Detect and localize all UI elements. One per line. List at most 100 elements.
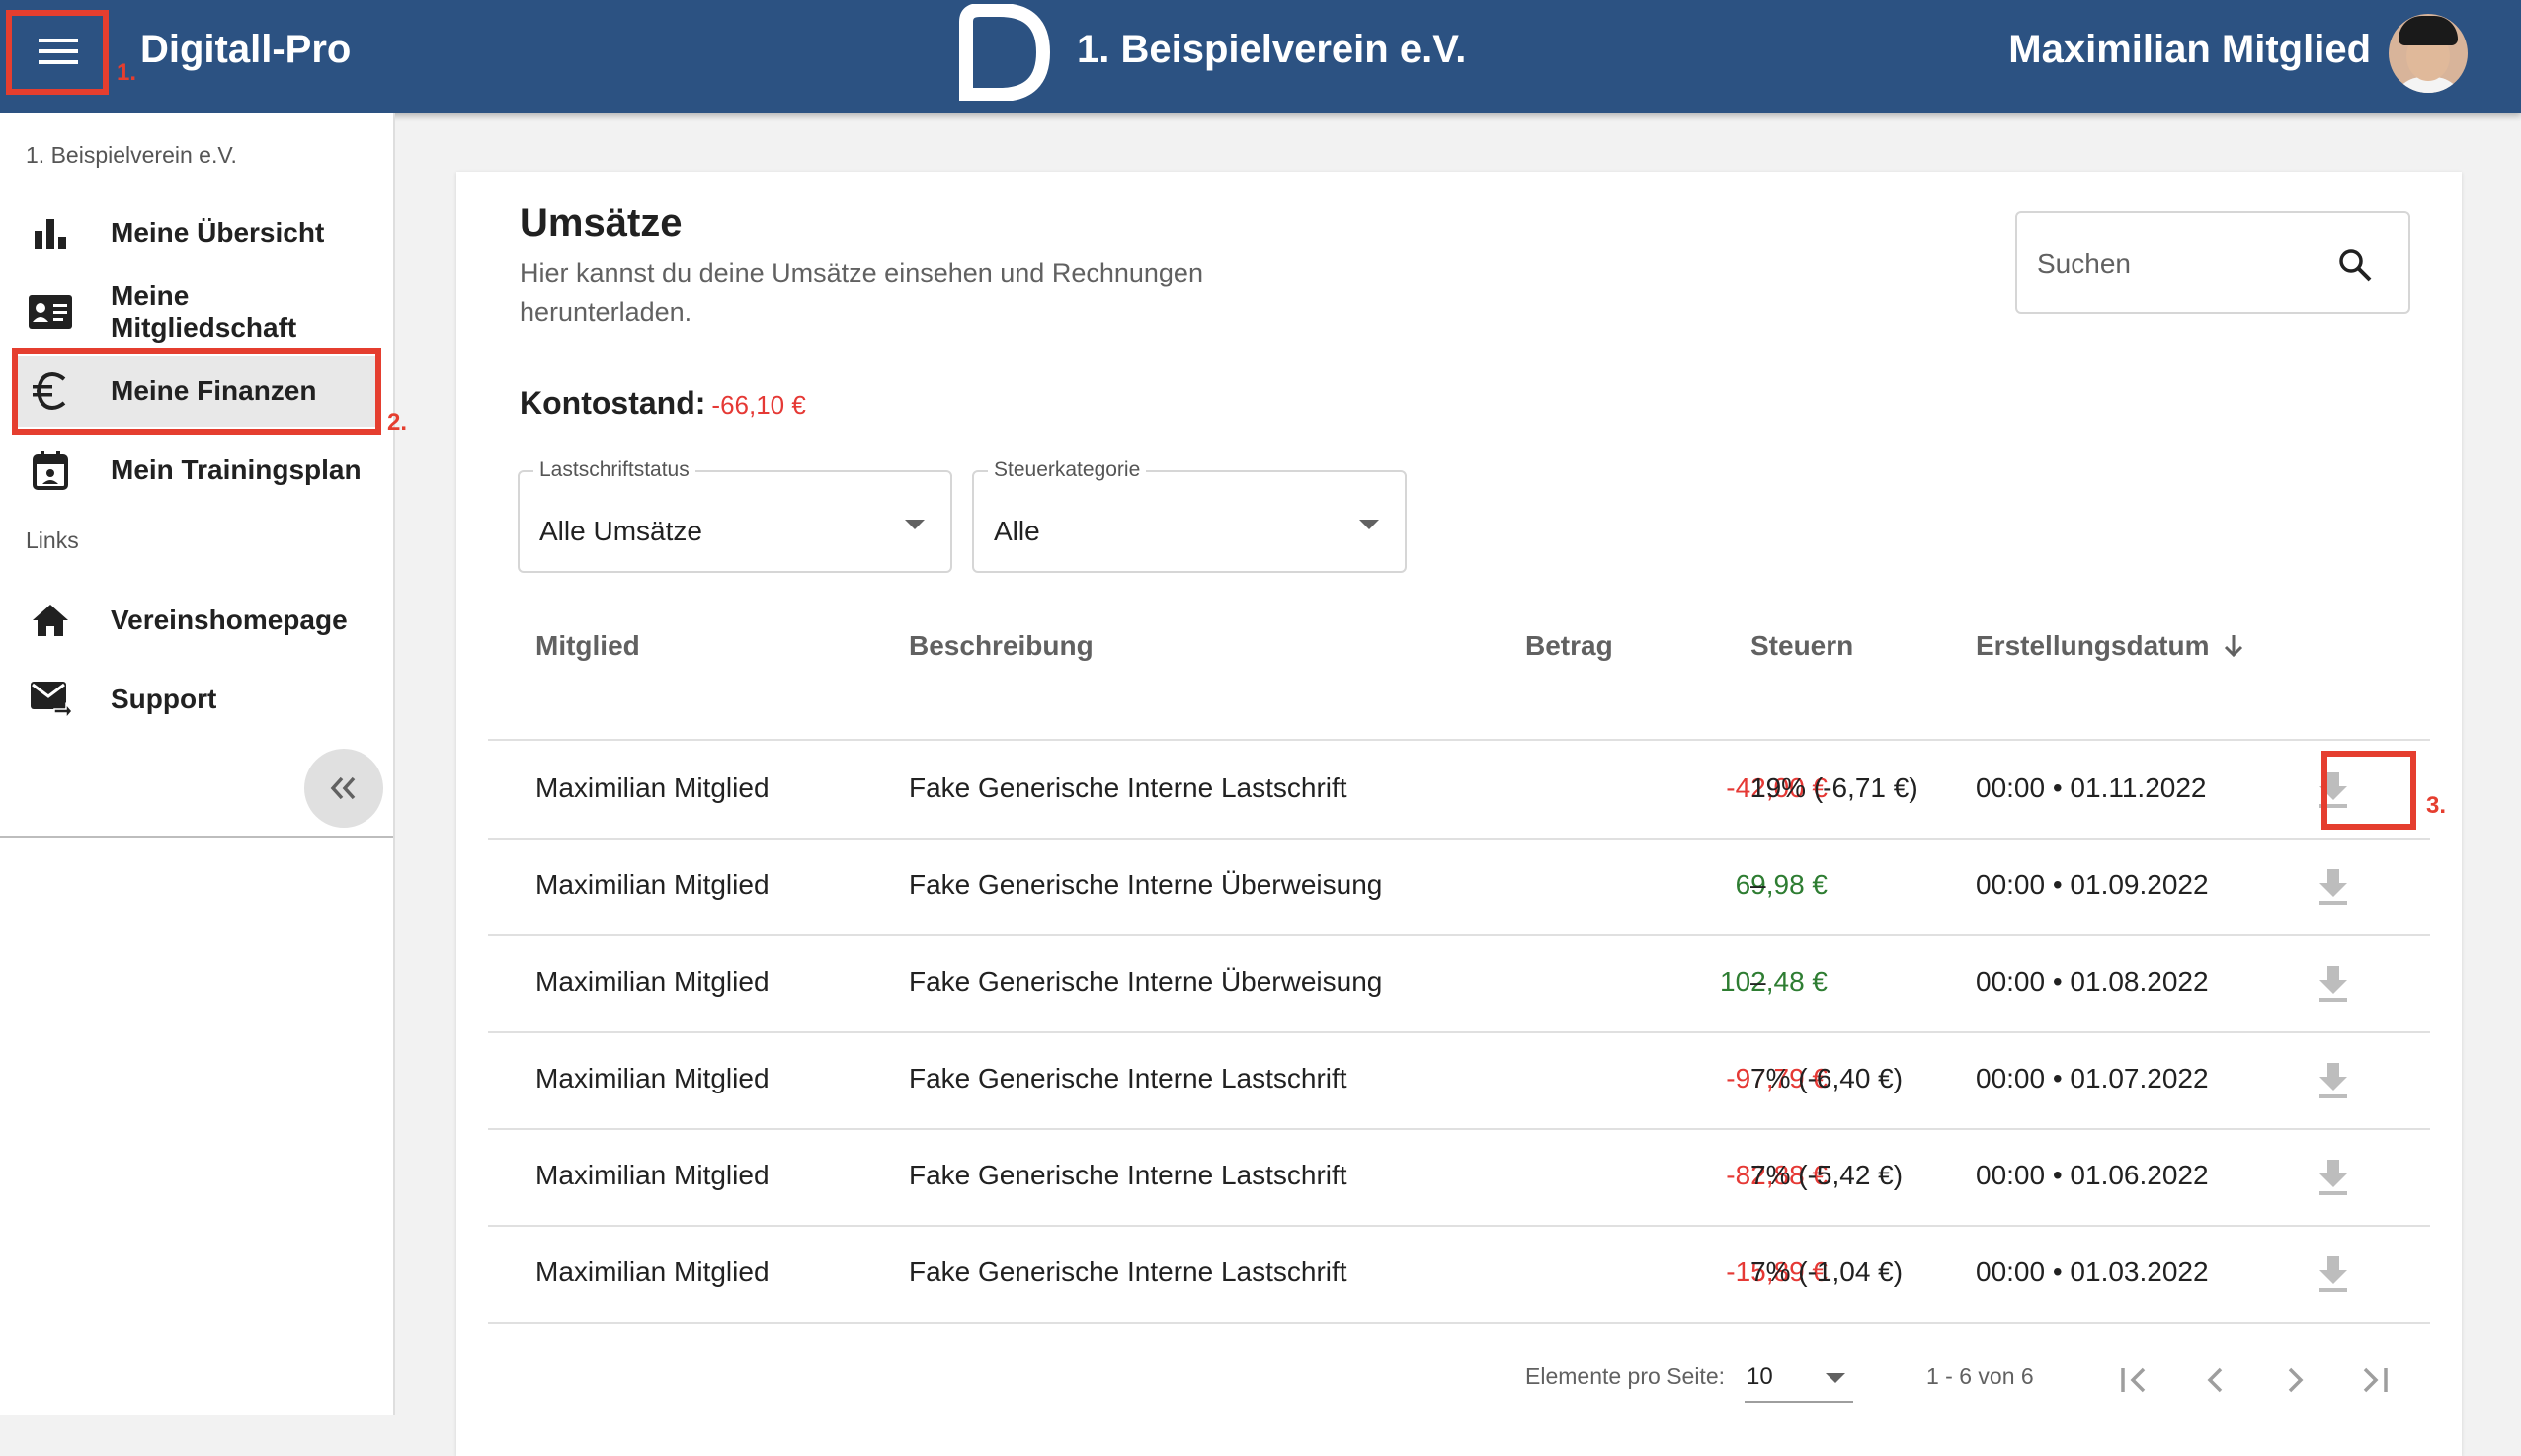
download-invoice-icon[interactable] bbox=[2312, 865, 2355, 909]
cell-member: Maximilian Mitglied bbox=[535, 1256, 770, 1287]
cell-date: 00:00 • 01.09.2022 bbox=[1976, 869, 2209, 900]
avatar[interactable] bbox=[2389, 14, 2468, 93]
sidebar-item-label: Support bbox=[111, 684, 217, 714]
dropdown-arrow-icon bbox=[1826, 1373, 1845, 1383]
balance-label: Kontostand: bbox=[520, 385, 706, 421]
annotation-box-2 bbox=[12, 348, 381, 435]
download-invoice-icon[interactable] bbox=[2312, 1156, 2355, 1199]
column-header-created-date[interactable]: Erstellungsdatum bbox=[1976, 630, 2244, 662]
previous-page-button[interactable] bbox=[2191, 1355, 2240, 1405]
tax-category-select[interactable]: Steuerkategorie Alle bbox=[972, 458, 1407, 573]
cell-tax: 7% (-1,04 €) bbox=[1750, 1256, 1904, 1287]
sidebar-org-name: 1. Beispielverein e.V. bbox=[26, 142, 237, 168]
annotation-label-1: 1. bbox=[117, 59, 137, 86]
sidebar-item-membership[interactable]: Meine Mitgliedschaft bbox=[12, 277, 377, 348]
download-invoice-icon[interactable] bbox=[2312, 1059, 2355, 1102]
column-header-taxes[interactable]: Steuern bbox=[1750, 630, 1853, 662]
cell-description: Fake Generische Interne Lastschrift bbox=[909, 1256, 1347, 1287]
cell-tax: 19% (-6,71 €) bbox=[1750, 772, 1918, 803]
sidebar-item-training-plan[interactable]: Mein Trainingsplan bbox=[12, 435, 377, 506]
table-row: Maximilian Mitglied Fake Generische Inte… bbox=[488, 1225, 2430, 1324]
column-header-amount[interactable]: Betrag bbox=[1525, 630, 1613, 662]
cell-date: 00:00 • 01.08.2022 bbox=[1976, 966, 2209, 997]
calendar-icon bbox=[28, 450, 73, 490]
mail-forward-icon bbox=[28, 680, 73, 719]
select-value: 10 bbox=[1747, 1363, 1773, 1390]
sidebar-item-label: Vereinshomepage bbox=[111, 605, 348, 635]
cell-tax: 7% (-5,42 €) bbox=[1750, 1160, 1904, 1190]
collapse-sidebar-button[interactable] bbox=[304, 749, 383, 828]
items-per-page-select[interactable]: 10 bbox=[1745, 1351, 1853, 1403]
cell-member: Maximilian Mitglied bbox=[535, 1160, 770, 1190]
search-input[interactable] bbox=[2035, 243, 2335, 284]
direct-debit-status-select[interactable]: Lastschriftstatus Alle Umsätze bbox=[518, 458, 952, 573]
sidebar: 1. Beispielverein e.V. Meine Übersicht M… bbox=[0, 113, 395, 1415]
cell-tax: 7% (-6,40 €) bbox=[1750, 1063, 1904, 1093]
cell-description: Fake Generische Interne Überweisung bbox=[909, 869, 1383, 900]
dropdown-arrow-icon bbox=[905, 520, 925, 529]
club-logo bbox=[959, 4, 1051, 101]
chevron-left-icon bbox=[2207, 1367, 2223, 1393]
table-row: Maximilian Mitglied Fake Generische Inte… bbox=[488, 838, 2430, 936]
select-value: Alle bbox=[994, 516, 1040, 546]
search-box[interactable] bbox=[2015, 211, 2410, 314]
table-row: Maximilian Mitglied Fake Generische Inte… bbox=[488, 1031, 2430, 1130]
last-page-button[interactable] bbox=[2349, 1355, 2399, 1405]
select-label: Lastschriftstatus bbox=[533, 458, 695, 482]
sidebar-link-club-homepage[interactable]: Vereinshomepage bbox=[12, 585, 377, 656]
column-header-description[interactable]: Beschreibung bbox=[909, 630, 1094, 662]
user-name[interactable]: Maximilian Mitglied bbox=[2008, 28, 2371, 72]
next-page-button[interactable] bbox=[2270, 1355, 2319, 1405]
club-title: 1. Beispielverein e.V. bbox=[1077, 28, 1467, 71]
cell-date: 00:00 • 01.11.2022 bbox=[1976, 772, 2207, 803]
table-row: Maximilian Mitglied Fake Generische Inte… bbox=[488, 741, 2430, 840]
first-page-button[interactable] bbox=[2110, 1355, 2159, 1405]
annotation-box-1 bbox=[6, 10, 109, 95]
cell-member: Maximilian Mitglied bbox=[535, 772, 770, 803]
sidebar-item-label: Meine Mitgliedschaft bbox=[111, 281, 297, 343]
dropdown-arrow-icon bbox=[1359, 520, 1379, 529]
sidebar-section-links: Links bbox=[26, 527, 79, 553]
annotation-box-3 bbox=[2321, 751, 2416, 830]
download-invoice-icon[interactable] bbox=[2312, 962, 2355, 1006]
table-row: Maximilian Mitglied Fake Generische Inte… bbox=[488, 1128, 2430, 1227]
items-per-page-label: Elemente pro Seite: bbox=[1525, 1363, 1726, 1389]
cell-description: Fake Generische Interne Lastschrift bbox=[909, 1160, 1347, 1190]
chevron-double-left-icon bbox=[330, 776, 356, 800]
sidebar-divider bbox=[0, 836, 393, 838]
column-header-member[interactable]: Mitglied bbox=[535, 630, 640, 662]
app-title: Digitall-Pro bbox=[140, 28, 352, 71]
home-icon bbox=[28, 601, 73, 640]
cell-member: Maximilian Mitglied bbox=[535, 869, 770, 900]
column-header-label: Erstellungsdatum bbox=[1976, 630, 2210, 661]
first-page-icon bbox=[2121, 1367, 2146, 1393]
select-value: Alle Umsätze bbox=[539, 516, 702, 546]
cell-member: Maximilian Mitglied bbox=[535, 1063, 770, 1093]
cell-description: Fake Generische Interne Lastschrift bbox=[909, 1063, 1347, 1093]
cell-description: Fake Generische Interne Lastschrift bbox=[909, 772, 1347, 803]
cell-date: 00:00 • 01.06.2022 bbox=[1976, 1160, 2209, 1190]
page-range: 1 - 6 von 6 bbox=[1926, 1363, 2034, 1389]
chevron-right-icon bbox=[2288, 1367, 2304, 1393]
cell-member: Maximilian Mitglied bbox=[535, 966, 770, 997]
cell-date: 00:00 • 01.03.2022 bbox=[1976, 1256, 2209, 1287]
top-app-bar: Digitall-Pro 1. Beispielverein e.V. Maxi… bbox=[0, 0, 2521, 113]
annotation-label-3: 3. bbox=[2426, 792, 2447, 819]
last-page-icon bbox=[2363, 1367, 2388, 1393]
download-invoice-icon[interactable] bbox=[2312, 1253, 2355, 1296]
cell-date: 00:00 • 01.07.2022 bbox=[1976, 1063, 2209, 1093]
cell-description: Fake Generische Interne Überweisung bbox=[909, 966, 1383, 997]
search-icon[interactable] bbox=[2337, 247, 2373, 283]
balance-value: -66,10 € bbox=[711, 390, 806, 420]
arrow-down-icon bbox=[2225, 635, 2243, 658]
sidebar-link-support[interactable]: Support bbox=[12, 664, 377, 735]
bar-chart-icon bbox=[28, 213, 73, 253]
sidebar-item-overview[interactable]: Meine Übersicht bbox=[12, 198, 377, 269]
cell-amount: 69,98 € bbox=[1735, 869, 1828, 900]
page-title: Umsätze bbox=[520, 202, 683, 245]
sidebar-item-label: Mein Trainingsplan bbox=[111, 454, 362, 485]
table-row: Maximilian Mitglied Fake Generische Inte… bbox=[488, 934, 2430, 1033]
id-card-icon bbox=[28, 292, 73, 332]
page-description: Hier kannst du deine Umsätze einsehen un… bbox=[520, 258, 1203, 327]
sidebar-item-label: Meine Übersicht bbox=[111, 217, 325, 248]
